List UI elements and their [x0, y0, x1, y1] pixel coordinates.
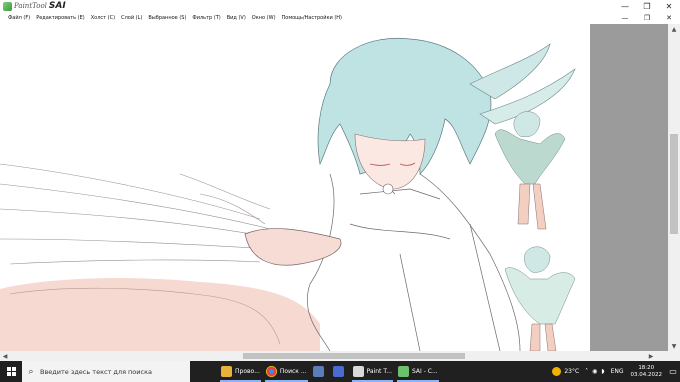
menu-view[interactable]: Вид (V)	[221, 15, 246, 21]
maximize-button[interactable]: ❐	[636, 0, 658, 12]
menu-help-settings[interactable]: Помощь/Настройки (H)	[276, 15, 342, 21]
menu-filter[interactable]: Фильтр (T)	[186, 15, 220, 21]
search-placeholder: Введите здесь текст для поиска	[40, 367, 152, 376]
vertical-scrollbar[interactable]: ▲ ▼	[668, 24, 680, 351]
menu-window[interactable]: Окно (W)	[246, 15, 276, 21]
volume-icon[interactable]: ◗	[601, 368, 604, 375]
menu-selection[interactable]: Выбранное (S)	[142, 15, 186, 21]
weather-widget[interactable]: 23°C	[549, 367, 582, 376]
taskbar: ⌕ Введите здесь текст для поиска Прово..…	[0, 361, 680, 382]
menu-file[interactable]: Файл (F)	[0, 15, 30, 21]
scroll-up-icon[interactable]: ▲	[668, 24, 680, 34]
notification-icon[interactable]: ▭	[666, 367, 680, 376]
tray-icons[interactable]: ˄ ◉ ◗	[582, 368, 607, 375]
drawing-canvas[interactable]	[0, 24, 590, 351]
canvas-area[interactable]	[0, 24, 668, 351]
taskbar-app-painttool[interactable]: Paint T...	[350, 361, 395, 382]
start-button[interactable]	[0, 361, 22, 382]
artwork-illustration	[0, 37, 576, 351]
taskbar-app-explorer[interactable]: Прово...	[218, 361, 263, 382]
system-tray: 23°C ˄ ◉ ◗ ENG 18:20 03.04.2022 ▭	[549, 361, 680, 382]
logo-text: PaintTool	[14, 2, 47, 10]
windows-logo-icon	[6, 367, 16, 376]
paint-tool-icon	[352, 366, 364, 377]
clock-date: 03.04.2022	[630, 371, 663, 378]
network-icon[interactable]: ◉	[592, 368, 597, 375]
taskbar-app-chrome[interactable]: Поиск ...	[263, 361, 310, 382]
taskbar-app-tv[interactable]	[310, 361, 330, 382]
sun-icon	[552, 367, 562, 376]
scroll-right-icon[interactable]: ▶	[646, 351, 656, 361]
taskbar-clock[interactable]: 18:20 03.04.2022	[627, 365, 667, 379]
taskbar-app-label: Paint T...	[366, 368, 392, 375]
sai-logo-icon	[3, 1, 12, 11]
vertical-scroll-thumb[interactable]	[670, 134, 678, 234]
sai-icon	[398, 366, 409, 377]
scroll-down-icon[interactable]: ▼	[668, 341, 680, 351]
taskbar-app-sai[interactable]: SAI - C...	[395, 361, 441, 382]
hidden-icons-icon[interactable]: ˄	[585, 368, 588, 375]
horizontal-scroll-thumb[interactable]	[243, 353, 465, 359]
clock-time: 18:20	[638, 364, 655, 371]
horizontal-scrollbar[interactable]: ◀ ▶	[0, 351, 668, 361]
chrome-icon	[265, 366, 277, 377]
language-indicator[interactable]: ENG	[608, 368, 627, 375]
tv-icon	[312, 366, 324, 377]
file-explorer-icon	[221, 366, 232, 377]
doc-close-button[interactable]: ✕	[658, 12, 680, 24]
title-bar: PaintTool SAI — ❐ ✕	[0, 0, 680, 12]
scrollbar-corner	[668, 351, 680, 361]
menu-layer[interactable]: Слой (L)	[115, 15, 142, 21]
app-logo: PaintTool SAI	[3, 0, 66, 12]
minimize-button[interactable]: —	[614, 0, 636, 12]
taskbar-app-label: Прово...	[235, 368, 260, 375]
menu-canvas[interactable]: Холст (C)	[85, 15, 115, 21]
app-icon	[332, 366, 344, 377]
menu-bar: Файл (F) Редактировать (E) Холст (C) Сло…	[0, 12, 680, 24]
logo-sai-text: SAI	[48, 1, 66, 11]
doc-minimize-button[interactable]: —	[614, 12, 636, 24]
search-icon: ⌕	[28, 366, 34, 377]
taskbar-app-other[interactable]	[330, 361, 350, 382]
taskbar-search[interactable]: ⌕ Введите здесь текст для поиска	[22, 361, 190, 382]
doc-restore-button[interactable]: ❐	[636, 12, 658, 24]
scroll-left-icon[interactable]: ◀	[0, 351, 10, 361]
taskbar-app-label: Поиск ...	[279, 368, 307, 375]
weather-temperature: 23°C	[564, 368, 580, 375]
menu-edit[interactable]: Редактировать (E)	[30, 15, 85, 21]
close-button[interactable]: ✕	[658, 0, 680, 12]
taskbar-app-label: SAI - C...	[412, 368, 438, 375]
